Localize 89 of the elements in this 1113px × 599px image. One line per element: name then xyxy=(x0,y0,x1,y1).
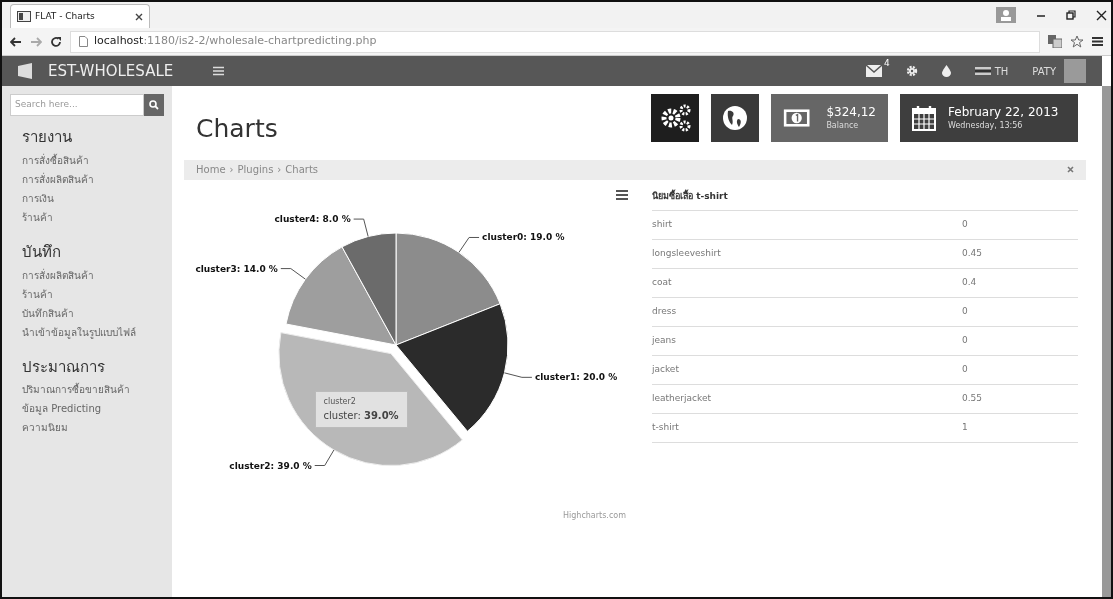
table-cell-text: 0 xyxy=(962,217,968,231)
url-text: localhost:1180/is2-2/wholesale-chartpredicting.php xyxy=(94,33,377,50)
sidebar-link[interactable]: นำเข้าข้อมูลในรูปแบบไฟล์ xyxy=(22,322,164,342)
calendar-icon xyxy=(912,105,936,131)
mail-icon[interactable] xyxy=(865,65,882,77)
chart-credit[interactable]: Highcharts.com xyxy=(563,509,626,522)
breadcrumb-separator: › xyxy=(229,163,234,177)
sidebar-link[interactable]: ร้านค้า xyxy=(22,284,164,304)
brand-name[interactable]: EST-WHOLESALE xyxy=(48,59,174,83)
sidebar-link[interactable]: ร้านค้า xyxy=(22,207,164,227)
leader-line xyxy=(504,371,533,378)
weekday-time: Wednesday, 13:56 xyxy=(948,119,1024,132)
table-cell-text: 0 xyxy=(962,333,968,347)
tab-title: FLAT - Charts xyxy=(35,9,96,23)
restore-icon[interactable] xyxy=(1066,10,1076,20)
drop-icon[interactable] xyxy=(941,65,951,77)
leader-line xyxy=(458,236,480,253)
table-cell-text: dress xyxy=(652,304,678,318)
table-cell-text: 0 xyxy=(962,362,968,376)
logo-icon xyxy=(18,63,32,79)
sidebar-link[interactable]: ปริมาณการซื้อขายสินค้า xyxy=(22,380,164,400)
balance-amount: $324,12 xyxy=(826,104,876,120)
table-cell-text: shirt xyxy=(652,217,674,231)
translate-icon[interactable] xyxy=(1048,35,1062,48)
gear-icon[interactable] xyxy=(905,65,918,77)
page-icon xyxy=(17,11,31,22)
table-cell-text: jacket xyxy=(652,362,680,376)
balance-label: Balance xyxy=(826,119,860,132)
table-cell-text: leatherjacket xyxy=(652,391,712,405)
search-field[interactable]: Search here... xyxy=(10,94,144,116)
breadcrumb-link[interactable]: Home xyxy=(196,162,226,177)
flag-icon[interactable] xyxy=(974,67,991,75)
table-cell-text: 0.4 xyxy=(962,275,977,289)
data-label: cluster1: 20.0 % xyxy=(534,371,618,382)
section-heading: บันทึก xyxy=(22,242,62,262)
banknote-icon xyxy=(783,107,811,129)
user-name[interactable]: PATY xyxy=(1032,63,1056,79)
data-label: cluster0: 19.0 % xyxy=(482,232,565,242)
search-button[interactable] xyxy=(144,94,164,116)
table-cell-text: coat xyxy=(652,275,673,289)
scrollbar[interactable] xyxy=(1102,86,1111,597)
data-label: cluster3: 14.0 % xyxy=(195,263,278,274)
star-icon[interactable] xyxy=(1070,35,1084,48)
page-title: Charts xyxy=(196,113,278,145)
balance-tile[interactable]: $324,12 Balance xyxy=(771,94,888,142)
globe-icon xyxy=(722,105,748,131)
data-label: cluster2: 39.0 % xyxy=(229,460,312,470)
table-cell-text: jeans xyxy=(652,333,677,347)
table-cell-text: 0.55 xyxy=(962,391,983,405)
sidebar-link[interactable]: ข้อมูล Predicting xyxy=(22,399,164,419)
search-icon xyxy=(149,100,159,110)
table-cell-text: 0.45 xyxy=(962,246,983,260)
leader-line xyxy=(353,218,369,237)
back-icon[interactable] xyxy=(10,36,22,47)
menu-icon[interactable] xyxy=(616,189,628,200)
section-heading: รายงาน xyxy=(22,128,73,147)
sidebar-link[interactable]: การสั่งผลิตสินค้า xyxy=(22,265,164,285)
table-header: นิยมซื้อเสื้อ t-shirt xyxy=(652,189,728,203)
tooltip-title: cluster2 xyxy=(323,396,357,409)
breadcrumb-link[interactable]: Plugins xyxy=(237,162,274,177)
globe-tile[interactable] xyxy=(711,94,759,142)
breadcrumb-separator: › xyxy=(277,163,282,177)
profile-icon[interactable] xyxy=(996,7,1016,23)
close-icon[interactable] xyxy=(135,12,143,21)
close-icon[interactable] xyxy=(1096,9,1107,21)
sidebar-link[interactable]: การสั่งซื้อสินค้า xyxy=(22,150,164,170)
page-icon xyxy=(79,36,88,47)
table-cell-text: 1 xyxy=(962,420,968,434)
sidebar-link[interactable]: บันทึกสินค้า xyxy=(22,303,164,323)
menu-icon[interactable] xyxy=(1092,36,1103,47)
table-cell-text: 0 xyxy=(962,304,968,318)
settings-tile[interactable] xyxy=(651,94,699,142)
breadcrumb-link[interactable]: Charts xyxy=(285,162,319,177)
section-heading: ประมาณการ xyxy=(22,357,106,377)
table-cell-text: longsleeveshirt xyxy=(652,246,722,260)
reload-icon[interactable] xyxy=(50,35,62,48)
data-label: cluster4: 8.0 % xyxy=(274,213,351,224)
leader-line xyxy=(314,449,335,466)
date-text: February 22, 2013 xyxy=(948,104,1059,120)
tooltip-value: cluster: 39.0% xyxy=(323,409,399,424)
leader-line xyxy=(280,267,306,280)
sidebar-link[interactable]: การสั่งผลิตสินค้า xyxy=(22,169,164,189)
sidebar-link[interactable]: การเงิน xyxy=(22,188,164,208)
table-cell-text: t-shirt xyxy=(652,420,680,434)
language-label[interactable]: TH xyxy=(994,63,1009,79)
address-bar[interactable]: localhost:1180/is2-2/wholesale-chartpredicting.php xyxy=(70,30,1040,53)
browser-tab[interactable]: FLAT - Charts xyxy=(10,4,150,28)
sidebar-link[interactable]: ความนิยม xyxy=(22,418,164,438)
message-count: 4 xyxy=(883,57,890,70)
